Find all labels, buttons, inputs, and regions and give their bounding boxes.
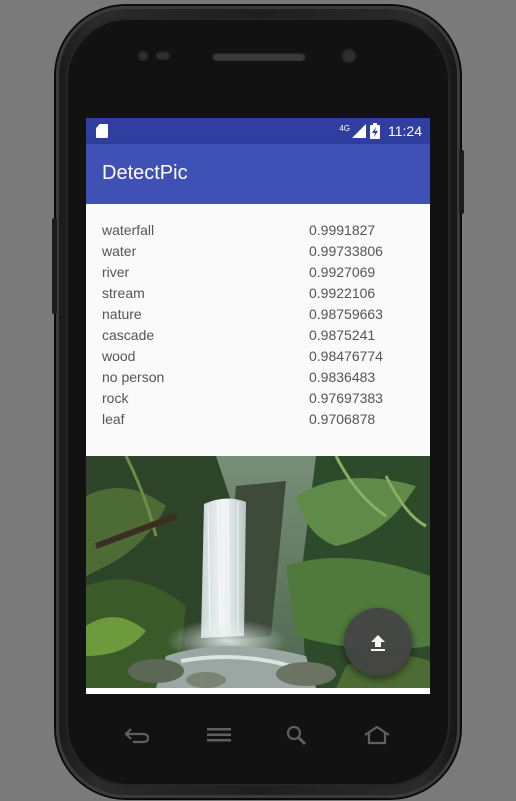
result-label: wood bbox=[102, 348, 136, 364]
result-label: river bbox=[102, 264, 130, 280]
menu-button[interactable] bbox=[199, 718, 239, 752]
upload-fab-button[interactable] bbox=[344, 608, 412, 676]
result-row: leaf 0.9706878 bbox=[102, 411, 422, 432]
result-row: waterfall 0.9991827 bbox=[102, 222, 422, 243]
hardware-nav-keys bbox=[0, 718, 516, 752]
network-type-label: 4G bbox=[339, 123, 350, 133]
result-label: cascade bbox=[102, 327, 155, 343]
proximity-sensor bbox=[137, 49, 149, 61]
status-bar-right: 4G 11:24 bbox=[339, 118, 422, 144]
result-row: nature 0.98759663 bbox=[102, 306, 422, 327]
home-button[interactable] bbox=[357, 718, 397, 752]
sd-card-icon bbox=[96, 124, 108, 138]
result-label: rock bbox=[102, 390, 129, 406]
app-toolbar: DetectPic bbox=[86, 144, 430, 204]
status-time: 11:24 bbox=[388, 123, 422, 139]
result-row: cascade 0.9875241 bbox=[102, 327, 422, 348]
menu-icon bbox=[207, 728, 231, 742]
result-score: 0.9927069 bbox=[309, 264, 376, 280]
result-score: 0.9991827 bbox=[309, 222, 376, 238]
result-row: water 0.99733806 bbox=[102, 243, 422, 264]
front-camera bbox=[341, 47, 357, 63]
result-score: 0.97697383 bbox=[309, 390, 383, 406]
device-screen: 4G 11:24 DetectPic waterfall 0.9991827 w… bbox=[86, 118, 430, 694]
result-label: water bbox=[102, 243, 137, 259]
result-label: no person bbox=[102, 369, 165, 385]
upload-icon bbox=[371, 635, 385, 651]
result-score: 0.9875241 bbox=[309, 327, 376, 343]
earpiece-speaker bbox=[212, 52, 306, 61]
app-title: DetectPic bbox=[102, 162, 188, 184]
phone-side-button-left bbox=[52, 218, 57, 314]
result-score: 0.9836483 bbox=[309, 369, 376, 385]
result-score: 0.98476774 bbox=[309, 348, 383, 364]
result-score: 0.9922106 bbox=[309, 285, 376, 301]
result-score: 0.99733806 bbox=[309, 243, 383, 259]
back-button[interactable] bbox=[117, 718, 157, 752]
status-bar: 4G 11:24 bbox=[86, 118, 430, 144]
result-label: stream bbox=[102, 285, 145, 301]
result-label: leaf bbox=[102, 411, 125, 427]
result-row: stream 0.9922106 bbox=[102, 285, 422, 306]
result-score: 0.98759663 bbox=[309, 306, 383, 322]
home-icon bbox=[364, 725, 390, 745]
result-row: rock 0.97697383 bbox=[102, 390, 422, 411]
result-label: nature bbox=[102, 306, 142, 322]
search-icon bbox=[286, 725, 307, 746]
signal-icon bbox=[352, 124, 366, 138]
battery-icon bbox=[370, 123, 380, 139]
result-row: wood 0.98476774 bbox=[102, 348, 422, 369]
search-button[interactable] bbox=[277, 718, 317, 752]
result-row: river 0.9927069 bbox=[102, 264, 422, 285]
light-sensor bbox=[155, 50, 171, 60]
result-row: no person 0.9836483 bbox=[102, 369, 422, 390]
result-label: waterfall bbox=[102, 222, 155, 238]
results-list: waterfall 0.9991827 water 0.99733806 riv… bbox=[86, 204, 430, 456]
back-icon bbox=[124, 728, 150, 744]
result-score: 0.9706878 bbox=[309, 411, 376, 427]
phone-side-button-right bbox=[459, 150, 464, 214]
